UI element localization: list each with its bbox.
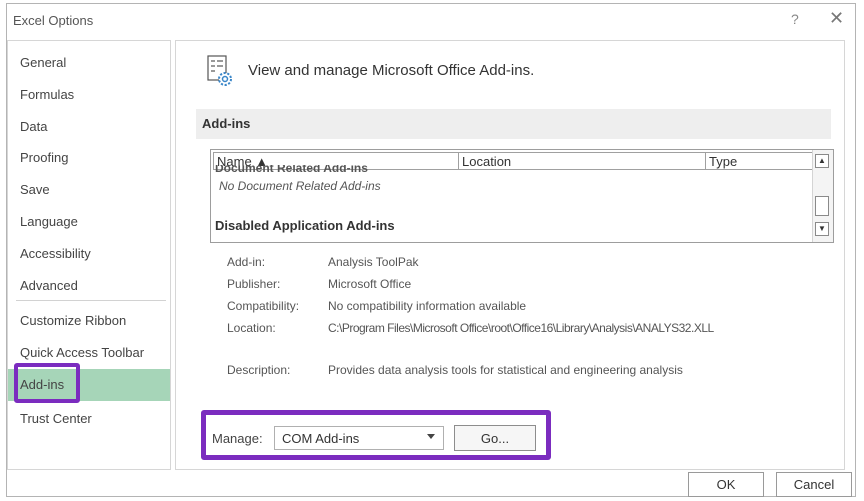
scroll-up-icon[interactable]: ▲ <box>815 154 829 168</box>
sidebar-item-trust-center[interactable]: Trust Center <box>8 403 170 435</box>
sidebar-item-general[interactable]: General <box>8 47 170 79</box>
dialog-title: Excel Options <box>13 13 94 28</box>
add-ins-gear-icon <box>207 55 235 89</box>
scroll-down-icon[interactable]: ▼ <box>815 222 829 236</box>
sidebar-item-data[interactable]: Data <box>8 111 170 143</box>
list-group-header: Disabled Application Add-ins <box>215 218 395 233</box>
sidebar-item-proofing[interactable]: Proofing <box>8 142 170 174</box>
sidebar-item-label: Accessibility <box>20 246 91 261</box>
sidebar-item-language[interactable]: Language <box>8 206 170 238</box>
add-ins-highlight-box <box>14 363 80 403</box>
close-button[interactable]: ✕ <box>829 8 844 29</box>
list-group-label: Document Related Add-ins <box>215 165 368 174</box>
column-header-label: Type <box>709 154 738 169</box>
sidebar-item-label: Data <box>20 119 48 134</box>
detail-label: Add-in: <box>227 255 266 269</box>
detail-value: Provides data analysis tools for statist… <box>328 363 683 377</box>
detail-label: Compatibility: <box>227 299 300 313</box>
detail-label: Location: <box>227 321 276 335</box>
detail-label: Publisher: <box>227 277 281 291</box>
sidebar-item-label: Formulas <box>20 87 75 102</box>
sidebar-item-save[interactable]: Save <box>8 174 170 206</box>
detail-label: Description: <box>227 363 291 377</box>
manage-highlight-box <box>201 410 551 460</box>
title-bar: Excel Options ? ✕ <box>7 4 855 38</box>
sidebar-item-label: Proofing <box>20 150 69 165</box>
add-ins-panel: View and manage Microsoft Office Add-ins… <box>175 40 845 470</box>
sidebar-item-accessibility[interactable]: Accessibility <box>8 238 170 270</box>
detail-value: No compatibility information available <box>328 299 527 313</box>
cancel-button-label: Cancel <box>793 477 835 492</box>
add-ins-section-header: Add-ins <box>196 109 831 139</box>
sidebar-item-label: Quick Access Toolbar <box>20 345 145 360</box>
list-group-header: Document Related Add-ins <box>215 165 368 174</box>
sidebar-divider <box>16 300 166 301</box>
sidebar-item-label: Language <box>20 214 78 229</box>
sidebar-item-label: General <box>20 55 67 70</box>
scroll-thumb[interactable] <box>815 196 829 216</box>
sidebar-item-label: Save <box>20 182 50 197</box>
list-empty-message: No Document Related Add-ins <box>219 179 381 193</box>
detail-value: Analysis ToolPak <box>328 255 419 269</box>
list-scrollbar[interactable]: ▲ ▼ <box>812 150 833 242</box>
sidebar-item-label: Advanced <box>20 278 78 293</box>
column-header-location[interactable]: Location <box>458 152 706 170</box>
ok-button[interactable]: OK <box>688 472 764 497</box>
cancel-button[interactable]: Cancel <box>776 472 852 497</box>
help-button[interactable]: ? <box>791 11 799 27</box>
sidebar-item-customize-ribbon[interactable]: Customize Ribbon <box>8 305 170 337</box>
sidebar-item-formulas[interactable]: Formulas <box>8 79 170 111</box>
add-ins-list[interactable]: Name ▲ Location Type Document Related Ad… <box>210 149 834 243</box>
column-header-label: Location <box>462 154 512 169</box>
options-sidebar: General Formulas Data Proofing Save Lang… <box>7 40 171 470</box>
detail-value: C:\Program Files\Microsoft Office\root\O… <box>328 321 714 335</box>
ok-button-label: OK <box>716 477 736 492</box>
detail-value: Microsoft Office <box>328 277 412 291</box>
sidebar-item-label: Customize Ribbon <box>20 313 127 328</box>
sidebar-item-label: Trust Center <box>20 411 92 426</box>
panel-heading: View and manage Microsoft Office Add-ins… <box>248 62 535 79</box>
section-title: Add-ins <box>202 116 251 131</box>
sidebar-item-advanced[interactable]: Advanced <box>8 270 170 302</box>
